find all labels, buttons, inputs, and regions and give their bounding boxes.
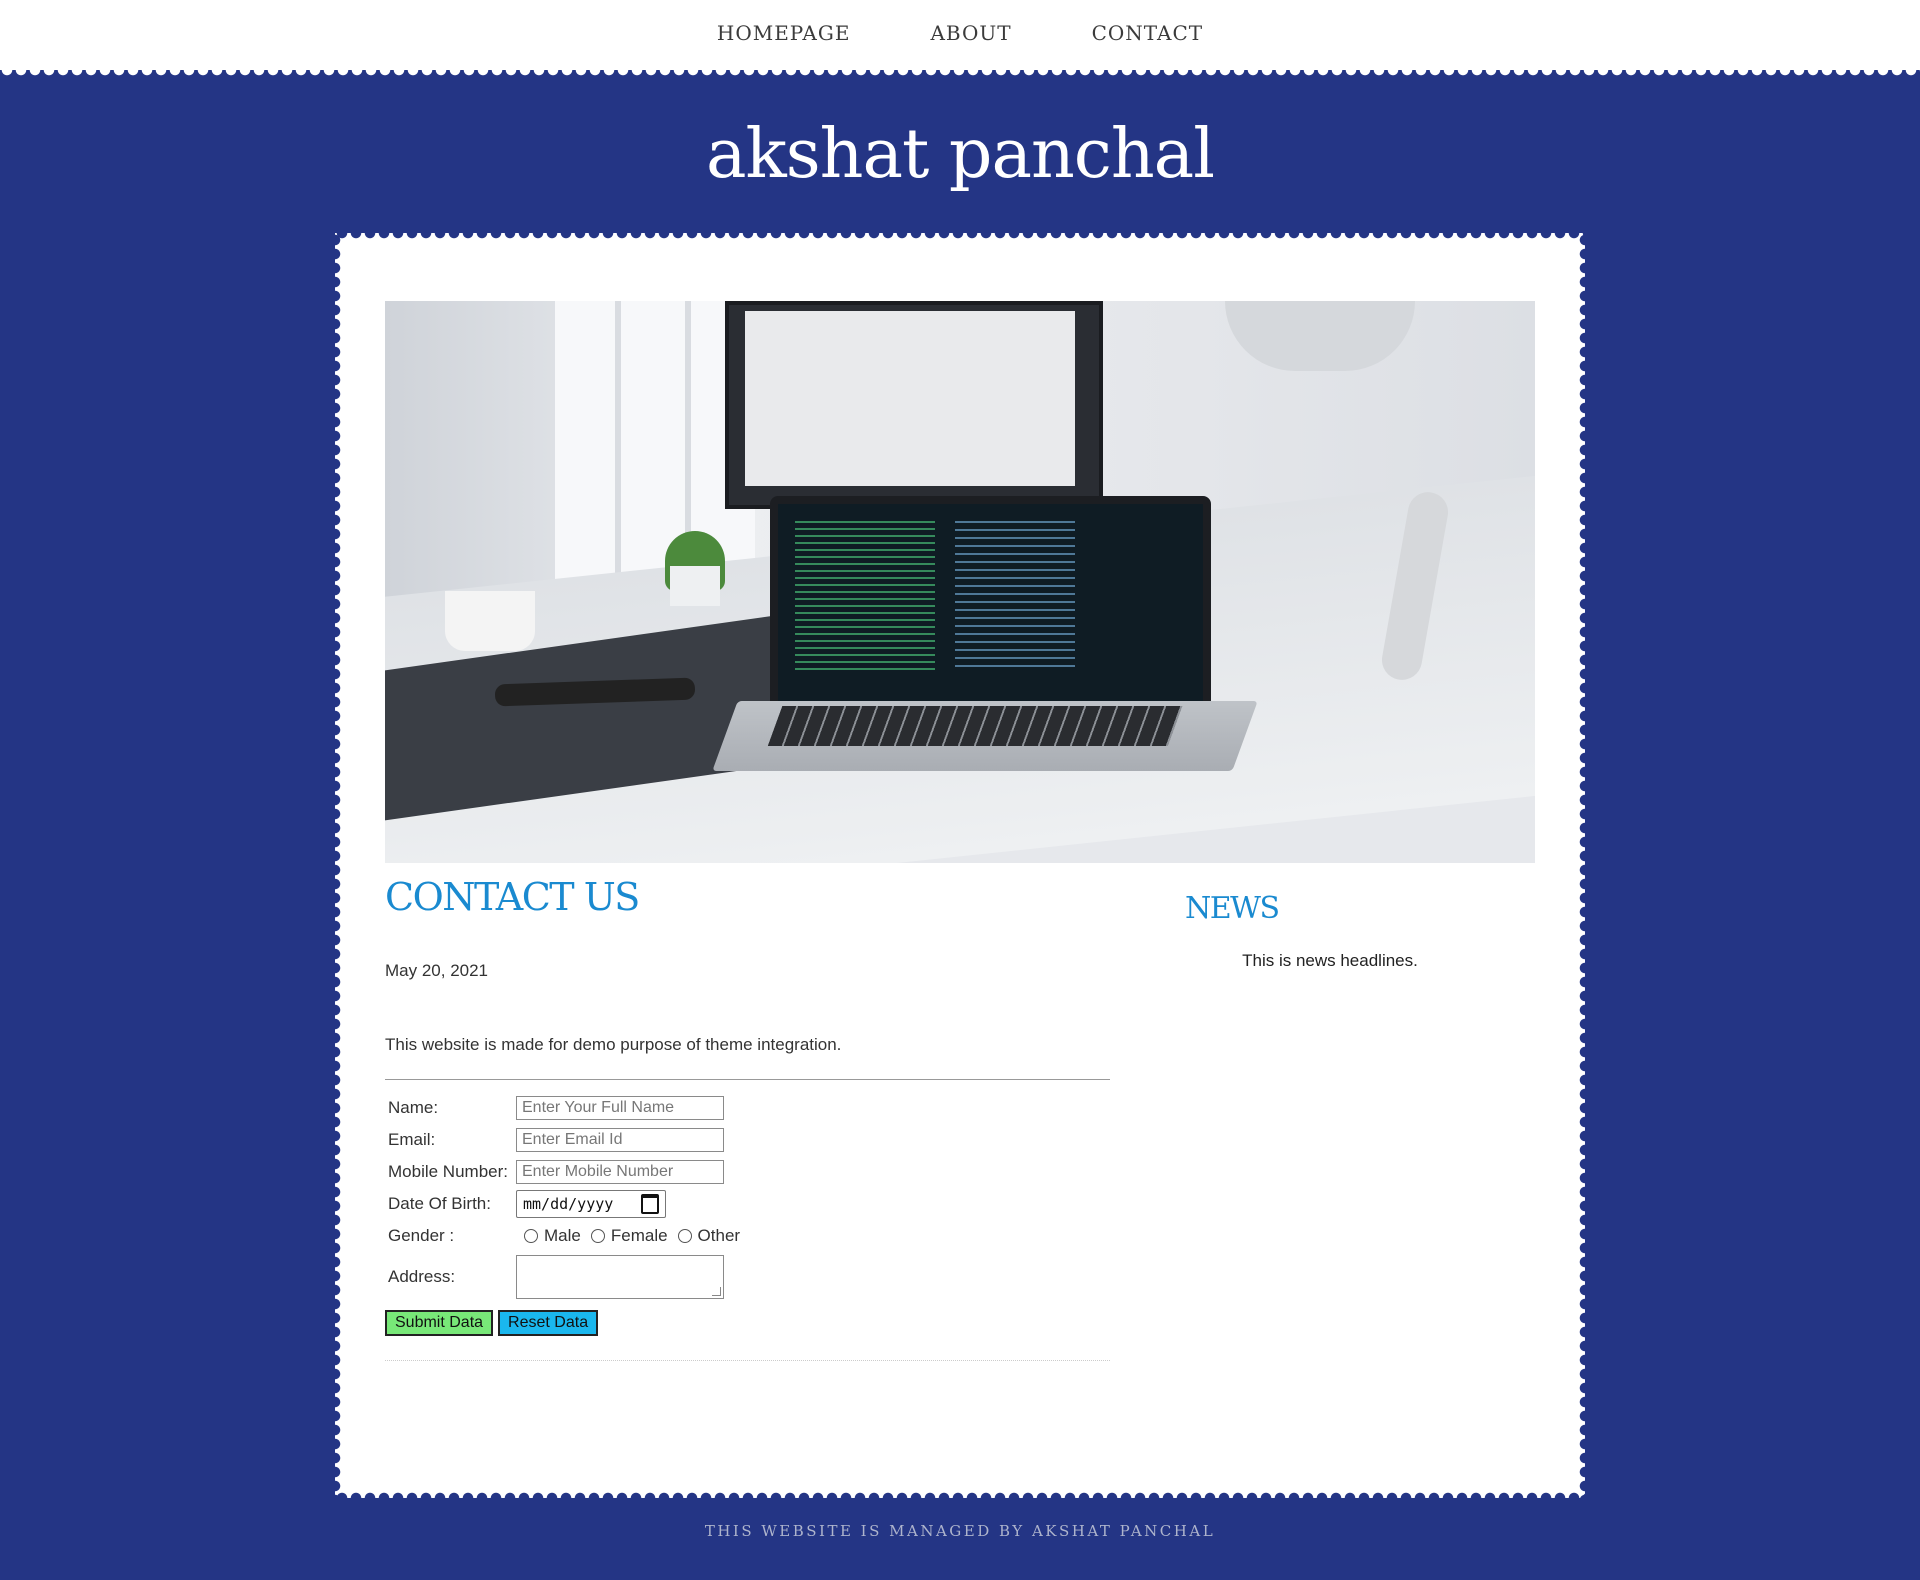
content-card: CONTACT US May 20, 2021 This website is … bbox=[329, 227, 1591, 1504]
email-label: Email: bbox=[388, 1130, 436, 1149]
dob-placeholder: mm/dd/yyyy bbox=[523, 1195, 614, 1213]
card-perforation-left bbox=[329, 233, 341, 1498]
form-row-email: Email: Enter Email Id bbox=[385, 1124, 1110, 1156]
divider-dotted bbox=[385, 1360, 1110, 1361]
gender-other-label[interactable]: Other bbox=[698, 1226, 741, 1246]
hero-code-right bbox=[955, 521, 1075, 671]
hero-keyboard bbox=[767, 706, 1183, 746]
hero-image bbox=[385, 301, 1535, 863]
dob-label: Date Of Birth: bbox=[388, 1194, 491, 1213]
card-perforation-right bbox=[1579, 233, 1591, 1498]
form-row-name: Name: Enter Your Full Name bbox=[385, 1092, 1110, 1124]
address-textarea[interactable] bbox=[516, 1255, 724, 1299]
gender-other-radio[interactable] bbox=[677, 1229, 692, 1243]
form-row-mobile: Mobile Number: Enter Mobile Number bbox=[385, 1156, 1110, 1188]
site-title[interactable]: akshat panchal bbox=[0, 110, 1920, 200]
nav-homepage[interactable]: HOMEPAGE bbox=[677, 21, 891, 45]
divider bbox=[385, 1079, 1110, 1080]
nav-about[interactable]: ABOUT bbox=[890, 21, 1051, 45]
contact-form: Name: Enter Your Full Name Email: Enter … bbox=[385, 1092, 1110, 1336]
submit-button[interactable]: Submit Data bbox=[385, 1310, 494, 1336]
form-row-dob: Date Of Birth: mm/dd/yyyy bbox=[385, 1188, 1110, 1220]
hero-cup bbox=[445, 591, 535, 651]
card-perforation-top bbox=[335, 227, 1585, 239]
name-label: Name: bbox=[388, 1098, 439, 1117]
hero-monitor-screen bbox=[745, 311, 1075, 486]
top-navbar: HOMEPAGE ABOUT CONTACT bbox=[0, 0, 1920, 76]
main-nav: HOMEPAGE ABOUT CONTACT bbox=[0, 0, 1920, 66]
gender-male-label[interactable]: Male bbox=[544, 1226, 581, 1246]
hero-pot bbox=[670, 566, 720, 606]
news-item: This is news headlines. bbox=[1242, 951, 1418, 970]
form-buttons: Submit Data Reset Data bbox=[385, 1310, 1110, 1336]
navbar-scallop-edge bbox=[0, 64, 1920, 76]
post-text: This website is made for demo purpose of… bbox=[385, 1035, 842, 1054]
nav-contact[interactable]: CONTACT bbox=[1052, 21, 1244, 45]
email-input[interactable]: Enter Email Id bbox=[516, 1128, 724, 1152]
mobile-label: Mobile Number: bbox=[388, 1162, 508, 1181]
form-row-gender: Gender : Male Female Other bbox=[385, 1220, 1110, 1252]
form-row-address: Address: bbox=[385, 1252, 1110, 1302]
gender-label: Gender : bbox=[388, 1226, 455, 1245]
reset-button[interactable]: Reset Data bbox=[498, 1310, 599, 1336]
page-title: CONTACT US bbox=[385, 875, 640, 919]
main-content: CONTACT US May 20, 2021 This website is … bbox=[385, 873, 1110, 1369]
sidebar: NEWS This is news headlines. bbox=[1185, 889, 1485, 971]
news-heading: NEWS bbox=[1185, 891, 1280, 926]
address-label: Address: bbox=[388, 1267, 456, 1286]
calendar-icon[interactable] bbox=[641, 1194, 659, 1214]
gender-options: Male Female Other bbox=[516, 1226, 740, 1246]
gender-female-label[interactable]: Female bbox=[611, 1226, 668, 1246]
name-input[interactable]: Enter Your Full Name bbox=[516, 1096, 724, 1120]
hero-code-left bbox=[795, 521, 935, 671]
mobile-input[interactable]: Enter Mobile Number bbox=[516, 1160, 724, 1184]
gender-female-radio[interactable] bbox=[590, 1229, 605, 1243]
gender-male-radio[interactable] bbox=[524, 1229, 538, 1243]
dob-input[interactable]: mm/dd/yyyy bbox=[516, 1190, 666, 1218]
card-perforation-bottom bbox=[335, 1492, 1585, 1504]
footer-text: THIS WEBSITE IS MANAGED BY AKSHAT PANCHA… bbox=[704, 1522, 1216, 1540]
post-date: May 20, 2021 bbox=[385, 961, 489, 980]
